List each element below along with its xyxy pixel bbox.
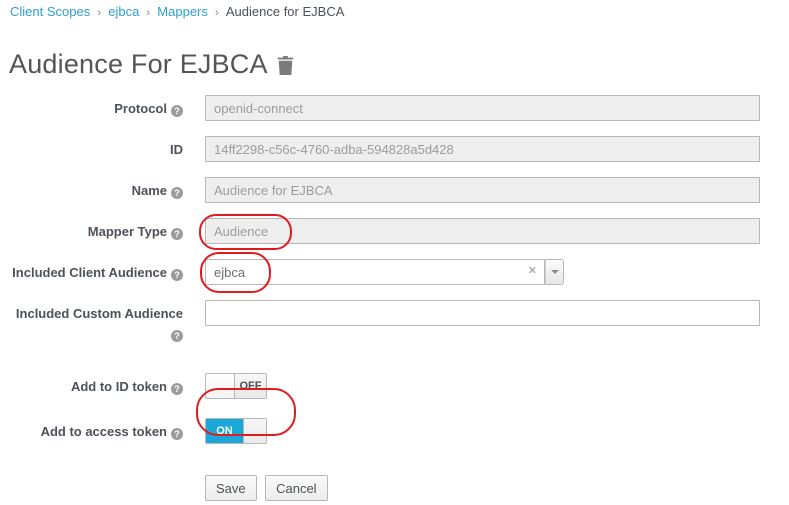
toggle-handle	[206, 374, 235, 398]
add-to-id-token-label-text: Add to ID token	[71, 379, 167, 394]
mapper-form: Protocol? ID Name? Mapper Type? Included	[0, 95, 789, 501]
help-icon[interactable]: ?	[171, 228, 183, 240]
mapper-type-label-text: Mapper Type	[88, 224, 167, 239]
name-label-text: Name	[132, 183, 167, 198]
page-title-text: Audience For EJBCA	[9, 46, 268, 82]
breadcrumb-separator: ›	[215, 5, 219, 19]
included-custom-audience-label-text: Included Custom Audience	[16, 306, 183, 321]
included-client-audience-label-text: Included Client Audience	[12, 265, 167, 280]
protocol-input	[205, 95, 760, 121]
add-to-id-token-label: Add to ID token?	[0, 373, 183, 395]
included-client-audience-input[interactable]	[205, 259, 545, 285]
toggle-handle	[243, 419, 266, 443]
form-row-protocol: Protocol?	[0, 95, 789, 121]
included-custom-audience-input[interactable]	[205, 300, 760, 326]
id-label-text: ID	[170, 142, 183, 157]
save-button[interactable]: Save	[205, 475, 257, 501]
mapper-type-label: Mapper Type?	[0, 218, 183, 240]
breadcrumb-current: Audience for EJBCA	[226, 4, 345, 19]
form-row-add-to-access-token: Add to access token? ON	[0, 418, 789, 444]
included-client-audience-label: Included Client Audience?	[0, 259, 183, 281]
id-label: ID	[0, 136, 183, 158]
breadcrumb-separator: ›	[146, 5, 150, 19]
included-custom-audience-label: Included Custom Audience ?	[0, 300, 183, 342]
help-icon[interactable]: ?	[171, 187, 183, 199]
help-icon[interactable]: ?	[171, 428, 183, 440]
form-row-name: Name?	[0, 177, 789, 203]
help-icon[interactable]: ?	[171, 330, 183, 342]
page-title: Audience For EJBCA	[9, 46, 789, 82]
add-to-access-token-toggle[interactable]: ON	[205, 418, 267, 444]
breadcrumb-link-ejbca[interactable]: ejbca	[108, 4, 139, 19]
add-to-id-token-toggle[interactable]: OFF	[205, 373, 267, 399]
form-row-included-client-audience: Included Client Audience? ✕	[0, 259, 789, 285]
form-row-id: ID	[0, 136, 789, 162]
mapper-type-input	[205, 218, 760, 244]
breadcrumb-link-mappers[interactable]: Mappers	[157, 4, 208, 19]
breadcrumb: Client Scopes › ejbca › Mappers › Audience for…	[0, 0, 789, 20]
clear-icon[interactable]: ✕	[528, 265, 537, 277]
protocol-label: Protocol?	[0, 95, 183, 117]
help-icon[interactable]: ?	[171, 269, 183, 281]
add-to-access-token-label-text: Add to access token	[41, 424, 167, 439]
caret-down-icon	[551, 270, 559, 274]
breadcrumb-link-client-scopes[interactable]: Client Scopes	[10, 4, 90, 19]
toggle-state-label: OFF	[235, 374, 266, 398]
name-label: Name?	[0, 177, 183, 199]
form-row-buttons: Save Cancel	[0, 475, 789, 501]
buttons-spacer	[0, 475, 183, 481]
help-icon[interactable]: ?	[171, 105, 183, 117]
protocol-label-text: Protocol	[114, 101, 167, 116]
trash-icon[interactable]	[277, 56, 294, 75]
breadcrumb-separator: ›	[97, 5, 101, 19]
add-to-access-token-label: Add to access token?	[0, 418, 183, 440]
help-icon[interactable]: ?	[171, 383, 183, 395]
toggle-state-label: ON	[206, 419, 243, 443]
form-row-included-custom-audience: Included Custom Audience ?	[0, 300, 789, 342]
form-row-mapper-type: Mapper Type?	[0, 218, 789, 244]
id-input	[205, 136, 760, 162]
included-client-audience-combobox: ✕	[205, 259, 564, 285]
cancel-button[interactable]: Cancel	[265, 475, 327, 501]
dropdown-toggle-button[interactable]	[545, 259, 564, 285]
name-input	[205, 177, 760, 203]
form-row-add-to-id-token: Add to ID token? OFF	[0, 373, 789, 403]
